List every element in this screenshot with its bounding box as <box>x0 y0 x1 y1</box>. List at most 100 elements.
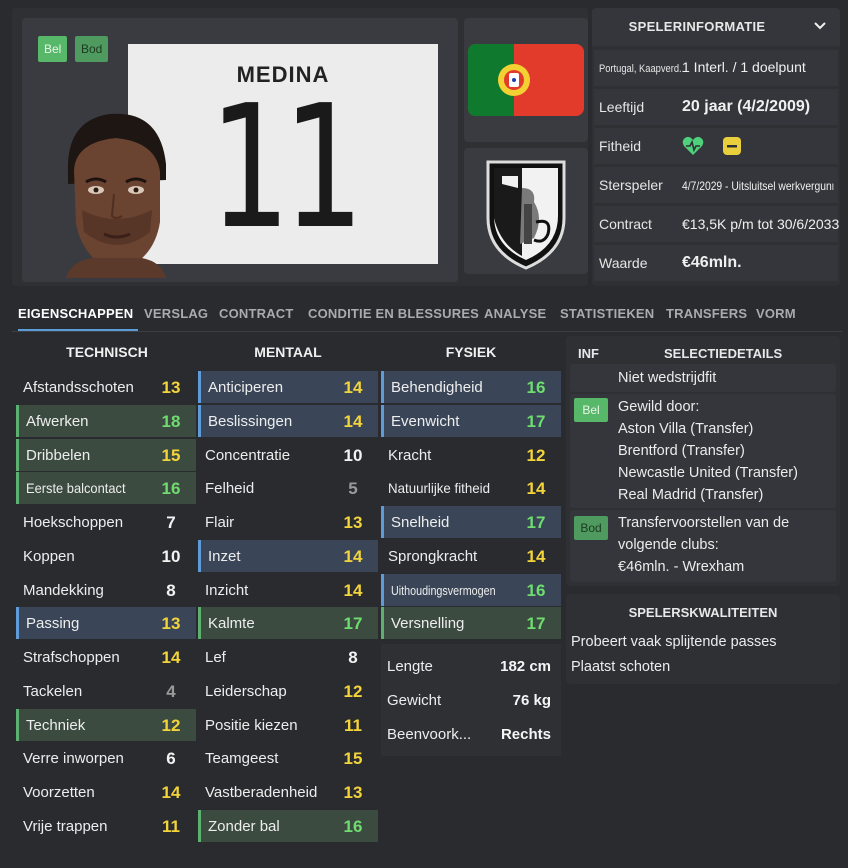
info-row-age: Leeftijd 20 jaar (4/2/2009) <box>594 89 838 125</box>
attr-row[interactable]: Snelheid 17 <box>381 506 561 538</box>
attr-row[interactable]: Leiderschap 12 <box>198 675 378 707</box>
attr-row[interactable]: Voorzetten 14 <box>16 776 196 808</box>
attr-row[interactable]: Eerste balcontact 16 <box>16 472 196 504</box>
attr-value: 16 <box>526 581 546 600</box>
attr-row[interactable]: Verre inworpen 6 <box>16 742 196 774</box>
attr-row[interactable]: Koppen 10 <box>16 540 196 572</box>
attr-row[interactable]: Kalmte 17 <box>198 607 378 639</box>
attr-row[interactable]: Uithoudingsvermogen 16 <box>381 574 561 606</box>
attr-value: 13 <box>343 783 363 802</box>
attr-row[interactable]: Natuurlijke fitheid 14 <box>381 472 561 504</box>
nationality-label: Portugal, Kaapverd... <box>599 63 687 75</box>
height-value: 182 cm <box>500 658 551 675</box>
tag-bel[interactable]: Bel <box>38 36 68 62</box>
attr-name: Behendigheid <box>391 379 483 396</box>
attr-row[interactable]: Evenwicht 17 <box>381 405 561 437</box>
tag-bod[interactable]: Bod <box>75 36 109 62</box>
attr-value: 11 <box>344 716 362 735</box>
attr-row[interactable]: Vastberadenheid 13 <box>198 776 378 808</box>
info-row-contract: Contract €13,5K p/m tot 30/6/2033 <box>594 206 839 242</box>
wanted-line[interactable]: Newcastle United (Transfer) <box>618 462 798 484</box>
attr-row[interactable]: Concentratie 10 <box>198 439 378 471</box>
attr-row[interactable]: Positie kiezen 11 <box>198 709 378 741</box>
attr-row[interactable]: Tackelen 4 <box>16 675 196 707</box>
wanted-line: Gewild door: <box>618 399 700 415</box>
attr-row[interactable]: Felheid 5 <box>198 472 378 504</box>
attr-row[interactable]: Mandekking 8 <box>16 574 196 606</box>
physical-row-weight: Gewicht 76 kg <box>381 684 561 716</box>
tab-conditie-en-blessures[interactable]: CONDITIE EN BLESSURES <box>308 306 479 321</box>
attr-name: Vrije trappen <box>23 818 108 835</box>
tab-statistieken[interactable]: STATISTIEKEN <box>560 306 654 321</box>
attr-name: Afstandsschoten <box>23 379 134 396</box>
attr-row[interactable]: Behendigheid 16 <box>381 371 561 403</box>
attr-row[interactable]: Beslissingen 14 <box>198 405 378 437</box>
attr-row[interactable]: Lef 8 <box>198 641 378 673</box>
attr-value: 11 <box>162 817 180 836</box>
tab-transfers[interactable]: TRANSFERS <box>666 306 747 321</box>
attr-value: 17 <box>343 614 363 633</box>
wanted-line[interactable]: Brentford (Transfer) <box>618 440 745 462</box>
offers-line[interactable]: €46mln. - Wrexham <box>618 556 744 578</box>
attr-row[interactable]: Versnelling 17 <box>381 607 561 639</box>
attr-row[interactable]: Afstandsschoten 13 <box>16 371 196 403</box>
attr-value: 8 <box>348 648 358 667</box>
attr-value: 15 <box>343 749 363 768</box>
attr-row[interactable]: Sprongkracht 14 <box>381 540 561 572</box>
attr-value: 16 <box>526 378 546 397</box>
attr-value: 8 <box>166 581 176 600</box>
tab-vorm[interactable]: VORM <box>756 306 796 321</box>
attr-row[interactable]: Dribbelen 15 <box>16 439 196 471</box>
attr-row[interactable]: Strafschoppen 14 <box>16 641 196 673</box>
attr-row[interactable]: Teamgeest 15 <box>198 742 378 774</box>
tab-contract[interactable]: CONTRACT <box>219 306 294 321</box>
caps-value: 1 Interl. / 1 doelpunt <box>682 59 806 75</box>
attr-value: 17 <box>526 513 546 532</box>
header-mentaal: MENTAAL <box>254 344 322 360</box>
attr-row[interactable]: Afwerken 18 <box>16 405 196 437</box>
attr-value: 12 <box>343 682 363 701</box>
attr-name: Hoekschoppen <box>23 514 124 531</box>
value-label: Waarde <box>599 255 648 271</box>
height-label: Lengte <box>387 658 433 675</box>
shirt: MEDINA 11 <box>128 44 438 264</box>
attr-row[interactable]: Anticiperen 14 <box>198 371 378 403</box>
tag-bod-small[interactable]: Bod <box>574 516 608 540</box>
attr-row[interactable]: Kracht 12 <box>381 439 561 471</box>
attr-name: Sprongkracht <box>388 548 478 565</box>
inf-column-header[interactable]: INF <box>578 346 599 361</box>
tag-bel-small[interactable]: Bel <box>574 398 608 422</box>
tab-verslag[interactable]: VERSLAG <box>144 306 208 321</box>
attr-row[interactable]: Inzet 14 <box>198 540 378 572</box>
tab-eigenschappen[interactable]: EIGENSCHAPPEN <box>18 306 133 321</box>
attr-name: Passing <box>26 615 80 632</box>
transfer-offers-block: Bod Transfervoorstellen van de volgende … <box>570 510 836 582</box>
chevron-down-icon[interactable] <box>812 18 828 34</box>
wanted-line[interactable]: Aston Villa (Transfer) <box>618 418 753 440</box>
attr-row[interactable]: Flair 13 <box>198 506 378 538</box>
attr-value: 7 <box>166 513 176 532</box>
weight-label: Gewicht <box>387 692 442 709</box>
attr-row[interactable]: Hoekschoppen 7 <box>16 506 196 538</box>
attr-row[interactable]: Zonder bal 16 <box>198 810 378 842</box>
attr-name: Teamgeest <box>205 750 279 767</box>
attr-name: Flair <box>205 514 235 531</box>
attr-value: 10 <box>343 446 363 465</box>
attr-row[interactable]: Inzicht 14 <box>198 574 378 606</box>
attr-name: Lef <box>205 649 226 666</box>
attr-row[interactable]: Vrije trappen 11 <box>16 810 196 842</box>
player-shirt-area: Bel Bod MEDINA 11 <box>22 18 458 282</box>
player-info-header[interactable]: SPELERINFORMATIE <box>592 8 840 46</box>
tab-analyse[interactable]: ANALYSE <box>484 306 546 321</box>
club-badge-box[interactable] <box>464 148 588 274</box>
attr-row[interactable]: Passing 13 <box>16 607 196 639</box>
info-row-fitness: Fitheid <box>594 128 838 164</box>
attr-name: Verre inworpen <box>23 750 124 767</box>
info-row-nationality: Portugal, Kaapverd... 1 Interl. / 1 doel… <box>594 50 838 86</box>
attr-row[interactable]: Techniek 12 <box>16 709 196 741</box>
nation-flag-box[interactable] <box>464 18 588 142</box>
attr-value: 13 <box>343 513 363 532</box>
info-row-star-player: Sterspeler 4/7/2029 - Uitsluitsel werkve… <box>594 167 838 203</box>
wanted-line[interactable]: Real Madrid (Transfer) <box>618 484 763 506</box>
market-value: €46mln. <box>682 254 742 271</box>
